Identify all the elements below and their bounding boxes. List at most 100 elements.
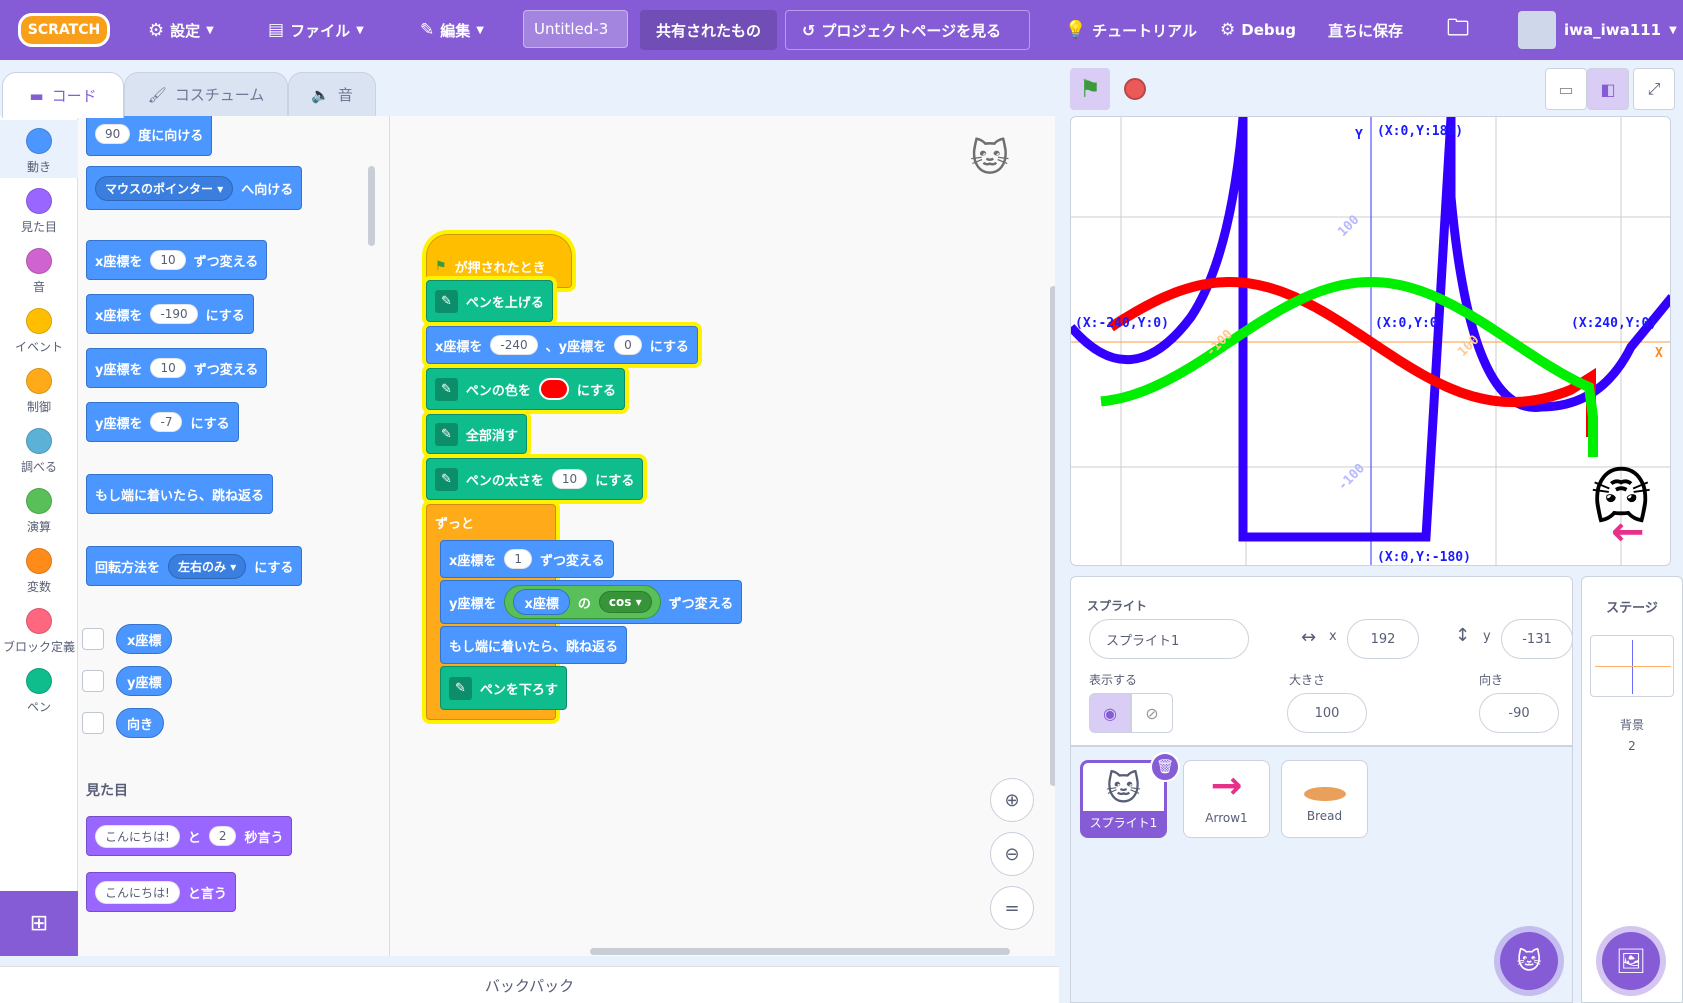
block-change-y-by[interactable]: y座標を x座標 の cos ▾ ずつ変える [440,580,743,624]
category-0[interactable]: 動き [0,120,78,178]
show-sprite-button[interactable]: ◉ [1089,693,1131,733]
block-math-op[interactable]: x座標 の cos ▾ [504,585,661,619]
reporter-x-position[interactable]: x座標 [116,624,173,654]
block-dropdown[interactable]: cos ▾ [598,591,652,613]
category-label: 調べる [20,460,57,474]
category-6[interactable]: 演算 [0,480,78,538]
block-input[interactable]: 10 [150,250,186,270]
settings-menu[interactable]: ⚙ 設定 ▼ [148,0,214,60]
block-input[interactable]: -240 [490,335,538,355]
block-input[interactable]: -7 [150,412,183,432]
block-input[interactable]: こんにちは! [95,824,180,848]
backpack[interactable]: バックパック [0,966,1059,1003]
block-input[interactable]: 10 [150,358,186,378]
block-pen-up[interactable]: ✎ ペンを上げる [426,280,553,322]
folder-icon[interactable]: 🗀 [1447,0,1469,60]
project-title-input[interactable]: Untitled-3 [523,10,628,48]
zoom-in-button[interactable]: ⊕ [990,778,1034,822]
checkbox-direction[interactable] [82,712,104,734]
category-2[interactable]: 音 [0,240,78,298]
category-4[interactable]: 制御 [0,360,78,418]
block-input[interactable]: 90 [95,124,131,144]
tab-sounds[interactable]: 🔈 音 [288,72,376,116]
reporter-x-position[interactable]: x座標 [513,589,570,615]
category-5[interactable]: 調べる [0,420,78,478]
debug-button[interactable]: ⚙ Debug [1220,0,1296,60]
tutorials-button[interactable]: 💡 チュートリアル [1065,0,1197,60]
block-set-pen-color[interactable]: ✎ ペンの色を にする [426,368,626,410]
category-1[interactable]: 見た目 [0,180,78,238]
zoom-reset-button[interactable]: = [990,886,1034,930]
sprite-name-input[interactable]: スプライト1 [1089,619,1249,659]
tab-costumes[interactable]: 🖌 コスチューム [124,72,288,116]
zoom-out-button[interactable]: ⊖ [990,832,1034,876]
block-say-for-secs[interactable]: こんにちは! と 2 秒言う [86,816,293,856]
block-set-pen-size[interactable]: ✎ ペンの太さを 10 にする [426,458,644,500]
category-8[interactable]: ブロック定義 [0,600,78,658]
block-pen-down[interactable]: ✎ ペンを下ろす [440,666,567,710]
file-menu[interactable]: ▤ ファイル ▼ [268,0,364,60]
checkbox-y-position[interactable] [82,670,104,692]
block-clear[interactable]: ✎ 全部消す [426,414,527,454]
workspace-h-scrollbar[interactable] [590,948,1010,955]
block-input[interactable]: -190 [150,304,198,324]
block-input[interactable]: 2 [208,826,237,846]
block-input[interactable]: 0 [614,335,642,355]
delete-sprite-button[interactable]: 🗑 [1150,752,1180,782]
block-point-in-direction[interactable]: 90 度に向ける [86,116,213,156]
account-menu[interactable]: iwa_iwa111 ▼ [1518,0,1677,60]
block-input[interactable]: こんにちは! [95,880,180,904]
category-7[interactable]: 変数 [0,540,78,598]
color-swatch[interactable] [538,378,569,400]
block-input[interactable]: 10 [551,469,588,489]
checkbox-x-position[interactable] [82,628,104,650]
palette-scrollbar[interactable] [368,166,375,246]
stage[interactable]: Y (X:0,Y:180) (X:-240,Y:0) (X:0,Y:0) (X:… [1070,116,1671,566]
block-change-x-by[interactable]: x座標を 1 ずつ変える [440,540,614,578]
save-now-button[interactable]: 直ちに保存 [1328,0,1403,60]
y-position-input[interactable]: -131 [1501,619,1573,659]
block-input[interactable]: 1 [504,549,533,569]
size-input[interactable]: 100 [1287,693,1367,733]
sprite-label: スプライト [1087,599,1148,613]
edit-menu[interactable]: ✎ 編集 ▼ [420,0,484,60]
scratch-logo[interactable]: SCRATCH [18,13,110,47]
see-project-page-button[interactable]: ↺ プロジェクトページを見る [785,10,1030,50]
block-change-y[interactable]: y座標を 10 ずつ変える [86,348,268,388]
block-set-x[interactable]: x座標を -190 にする [86,294,254,334]
debug-label: Debug [1241,21,1297,39]
block-dropdown[interactable]: マウスのポインター ▾ [95,175,234,201]
block-bounce[interactable]: もし端に着いたら、跳ね返る [440,626,628,664]
small-stage-button[interactable]: ▭ [1545,68,1587,110]
reporter-y-position[interactable]: y座標 [116,666,173,696]
stop-button[interactable] [1116,68,1154,110]
choose-backdrop-button[interactable]: 🖼 [1602,932,1660,990]
block-say[interactable]: こんにちは! と言う [86,872,236,912]
block-point-towards[interactable]: マウスのポインター ▾ へ向ける [86,166,303,210]
workspace-v-scrollbar[interactable] [1050,286,1055,786]
block-go-to-xy[interactable]: x座標を -240 、y座標を 0 にする [426,326,698,364]
tab-code[interactable]: ▬ コード [2,72,124,118]
block-bounce[interactable]: もし端に着いたら、跳ね返る [86,474,274,514]
x-position-input[interactable]: 192 [1347,619,1419,659]
looks-heading: 見た目 [86,783,128,799]
reporter-direction[interactable]: 向き [116,708,165,738]
block-set-y[interactable]: y座標を -7 にする [86,402,239,442]
category-9[interactable]: ペン [0,660,78,718]
block-dropdown[interactable]: 左右のみ ▾ [168,553,247,579]
normal-stage-button[interactable]: ◧ [1587,68,1629,110]
choose-sprite-button[interactable]: 🐱 [1500,932,1558,990]
code-workspace[interactable]: 🐱 ⚑ が押されたとき ✎ ペンを上げる x座標を -240 、y座標を 0 に… [390,116,1055,956]
shared-button[interactable]: 共有されたもの [640,10,778,50]
green-flag-button[interactable]: ⚑ [1070,68,1110,110]
direction-input[interactable]: -90 [1479,693,1559,733]
fullscreen-button[interactable]: ⤢ [1633,68,1675,110]
add-extension-button[interactable]: ⊞ [0,891,78,956]
category-3[interactable]: イベント [0,300,78,358]
sprite-tile-arrow1[interactable]: → Arrow1 [1183,760,1270,838]
block-set-rotation-style[interactable]: 回転方法を 左右のみ ▾ にする [86,546,303,586]
block-change-x[interactable]: x座標を 10 ずつ変える [86,240,268,280]
arrow-sprite[interactable]: ← [1611,509,1645,555]
sprite-tile-bread[interactable]: Bread [1281,760,1368,838]
hide-sprite-button[interactable]: ⊘ [1131,693,1173,733]
